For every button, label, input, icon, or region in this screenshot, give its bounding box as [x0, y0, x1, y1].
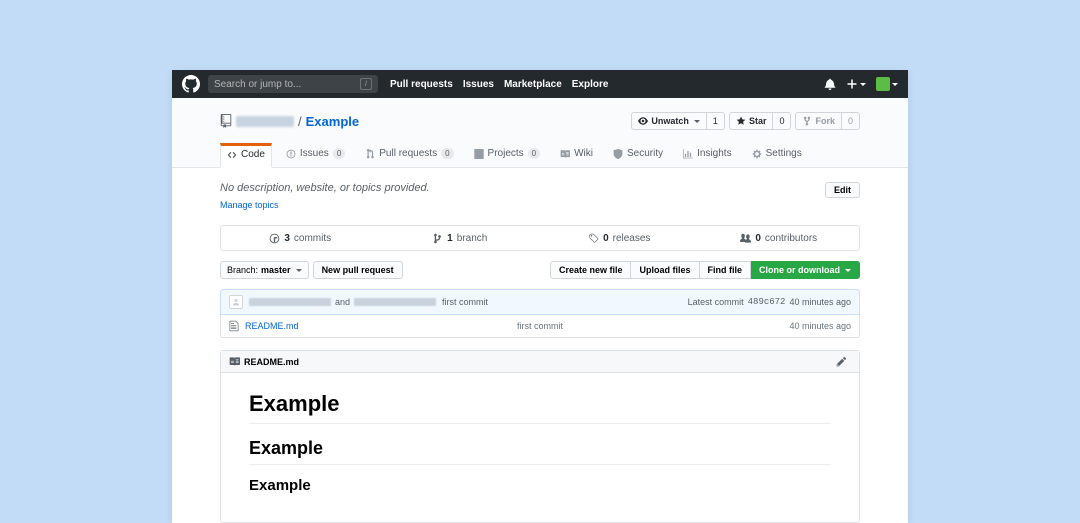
file-icon [229, 320, 239, 332]
branch-icon [432, 233, 443, 244]
issue-icon [286, 149, 296, 159]
watch-count[interactable]: 1 [706, 113, 724, 129]
manage-topics-link[interactable]: Manage topics [220, 200, 279, 210]
tab-projects[interactable]: Projects0 [468, 142, 547, 167]
tab-security[interactable]: Security [607, 142, 669, 167]
slash-key-icon: / [360, 78, 372, 90]
gear-icon [752, 149, 762, 159]
tab-settings[interactable]: Settings [746, 142, 808, 167]
commit-author[interactable] [249, 298, 331, 306]
find-file-button[interactable]: Find file [700, 261, 752, 279]
nav-issues[interactable]: Issues [463, 79, 494, 90]
edit-description-button[interactable]: Edit [825, 182, 860, 198]
caret-down-icon [892, 83, 898, 86]
commit-message[interactable]: first commit [442, 297, 488, 307]
tab-pull-requests[interactable]: Pull requests0 [359, 142, 459, 167]
fork-icon [802, 116, 812, 126]
readme-h3: Example [249, 477, 831, 494]
nav-marketplace[interactable]: Marketplace [504, 79, 562, 90]
commits-link[interactable]: 3commits [221, 226, 381, 250]
branch-select[interactable]: Branch: master [220, 261, 309, 279]
tab-insights[interactable]: Insights [677, 142, 737, 167]
graph-icon [683, 149, 693, 159]
star-button[interactable]: Star 0 [729, 112, 792, 130]
repo-stats: 3commits 1branch 0releases 0contributors [220, 225, 860, 251]
caret-down-icon [860, 83, 866, 86]
readme-h2: Example [249, 438, 831, 465]
new-menu[interactable] [846, 78, 866, 90]
pr-icon [365, 149, 375, 159]
repo-icon [220, 114, 232, 128]
commit-coauthor[interactable] [354, 298, 436, 306]
global-header: Search or jump to... / Pull requests Iss… [172, 70, 908, 98]
commit-time: 40 minutes ago [789, 297, 851, 307]
tab-wiki[interactable]: Wiki [554, 142, 599, 167]
unwatch-button[interactable]: Unwatch 1 [631, 112, 725, 130]
create-file-button[interactable]: Create new file [550, 261, 632, 279]
caret-down-icon [296, 269, 302, 272]
tab-issues[interactable]: Issues0 [280, 142, 351, 167]
repo-name-link[interactable]: Example [306, 114, 359, 129]
eye-icon [638, 116, 648, 126]
contributors-link[interactable]: 0contributors [700, 226, 860, 250]
file-commit-msg[interactable]: first commit [517, 321, 563, 331]
code-icon [227, 150, 237, 160]
star-icon [736, 116, 746, 126]
tab-code[interactable]: Code [220, 143, 272, 168]
history-icon [269, 233, 280, 244]
commit-avatar[interactable] [229, 295, 243, 309]
search-placeholder: Search or jump to... [214, 79, 301, 90]
new-pr-button[interactable]: New pull request [313, 261, 403, 279]
caret-down-icon [845, 269, 851, 272]
repo-title: / Example [220, 114, 359, 129]
nav-pull-requests[interactable]: Pull requests [390, 79, 453, 90]
readme-box: README.md Example Example Example [220, 350, 860, 523]
repo-tabs: Code Issues0 Pull requests0 Projects0 Wi… [220, 142, 860, 167]
people-icon [740, 233, 751, 244]
file-row: README.md first commit 40 minutes ago [221, 315, 859, 337]
user-menu[interactable] [876, 77, 898, 91]
fork-button[interactable]: Fork 0 [795, 112, 860, 130]
readme-filename: README.md [244, 357, 299, 367]
shield-icon [613, 149, 623, 159]
file-list: README.md first commit 40 minutes ago [220, 315, 860, 338]
book-icon [560, 149, 570, 159]
separator: / [298, 114, 302, 129]
repo-description: No description, website, or topics provi… [220, 182, 430, 194]
branches-link[interactable]: 1branch [381, 226, 541, 250]
book-icon [229, 356, 240, 367]
caret-down-icon [694, 120, 700, 123]
fork-count[interactable]: 0 [841, 113, 859, 129]
avatar [876, 77, 890, 91]
search-input[interactable]: Search or jump to... / [208, 75, 378, 93]
readme-h1: Example [249, 391, 831, 424]
star-count[interactable]: 0 [772, 113, 790, 129]
nav-explore[interactable]: Explore [572, 79, 609, 90]
releases-link[interactable]: 0releases [540, 226, 700, 250]
file-link[interactable]: README.md [245, 321, 299, 331]
file-time: 40 minutes ago [789, 321, 851, 331]
github-logo-icon[interactable] [182, 75, 200, 93]
upload-files-button[interactable]: Upload files [631, 261, 699, 279]
clone-download-button[interactable]: Clone or download [751, 261, 860, 279]
readme-content: Example Example Example [221, 373, 859, 522]
project-icon [474, 149, 484, 159]
tag-icon [588, 233, 599, 244]
pencil-icon[interactable] [836, 356, 847, 367]
plus-icon [846, 78, 858, 90]
commit-sha[interactable]: 489c672 [748, 297, 786, 307]
bell-icon[interactable] [824, 78, 836, 90]
latest-commit-bar: and first commit Latest commit 489c672 4… [220, 289, 860, 315]
top-nav: Pull requests Issues Marketplace Explore [390, 79, 608, 90]
owner-link[interactable] [236, 116, 294, 127]
